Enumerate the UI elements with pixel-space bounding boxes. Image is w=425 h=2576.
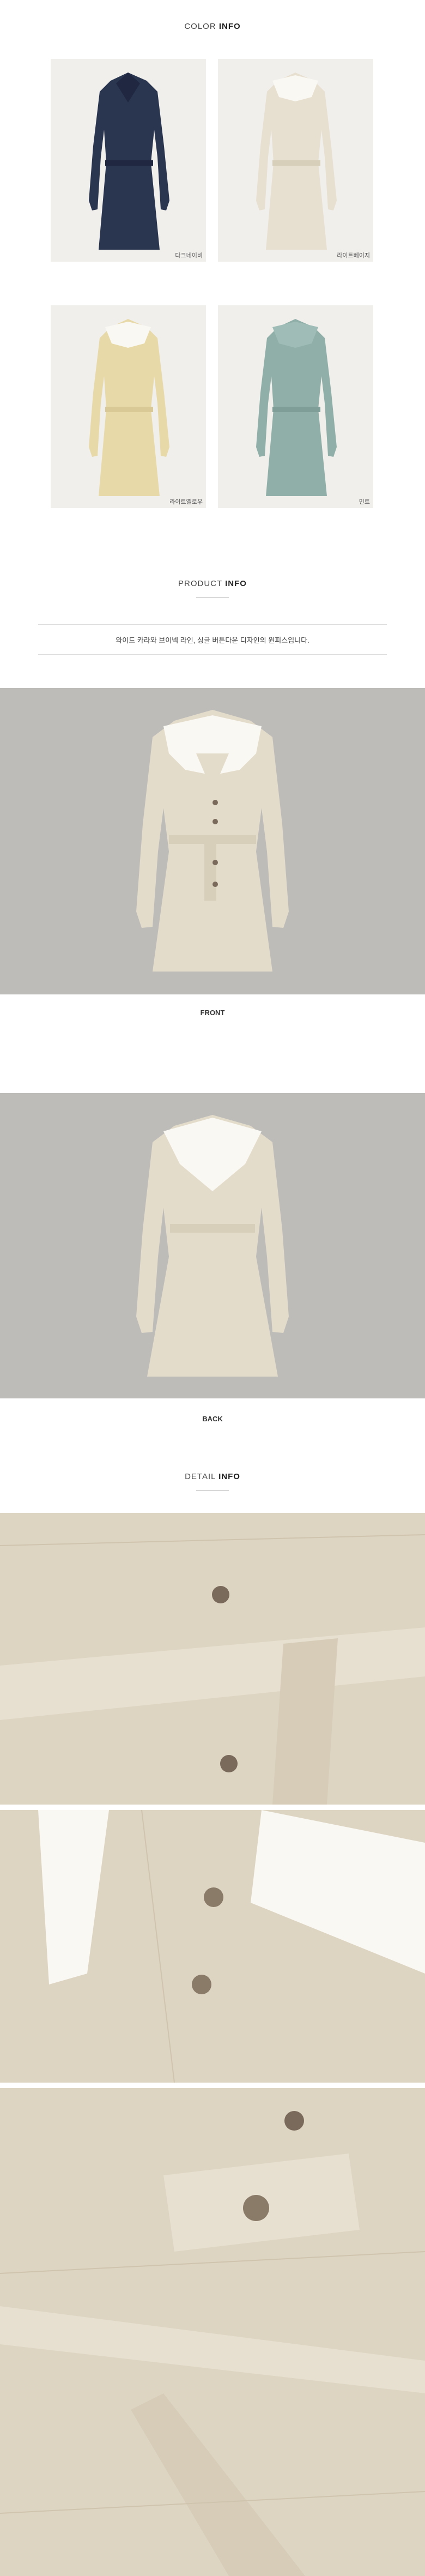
- mint-dress-image: [256, 319, 337, 496]
- detail-image-fabric: [0, 2284, 425, 2576]
- swatch-caption-navy: 다크네이비: [175, 252, 203, 259]
- belt-detail-illustration: [0, 1513, 425, 1805]
- collar-detail-illustration: [0, 1810, 425, 2083]
- detail-info-title-bold: INFO: [218, 1472, 240, 1481]
- yellow-dress-image: [89, 319, 169, 496]
- product-info-title-bold: INFO: [225, 579, 247, 588]
- description-divider-bottom: [38, 654, 387, 655]
- beige-dress-image: [256, 73, 337, 250]
- front-view-image: [0, 688, 425, 994]
- swatch-caption-beige: 라이트베이지: [337, 252, 370, 259]
- swatch-caption-yellow: 라이트옐로우: [169, 499, 203, 505]
- product-description: 와이드 카라와 브이넥 라인, 싱글 버튼다운 디자인의 원피스입니다.: [116, 636, 309, 644]
- detail-image-belt: [0, 1513, 425, 1805]
- color-info-title: COLOR INFO: [0, 22, 425, 31]
- fabric-detail-illustration: [0, 2284, 425, 2576]
- color-swatch-beige[interactable]: 라이트베이지: [218, 59, 373, 262]
- product-info-underline: [196, 597, 229, 598]
- back-view-label: BACK: [202, 1415, 223, 1423]
- back-dress-illustration: [136, 1115, 289, 1377]
- color-info-title-light: COLOR: [184, 22, 216, 31]
- color-swatch-yellow[interactable]: 라이트옐로우: [51, 305, 206, 508]
- navy-dress-image: [89, 73, 169, 250]
- product-info-title: PRODUCT INFO: [0, 579, 425, 588]
- detail-info-title: DETAIL INFO: [0, 1472, 425, 1481]
- product-info-title-light: PRODUCT: [178, 579, 222, 588]
- detail-image-collar: [0, 1810, 425, 2083]
- front-dress-illustration: [136, 710, 289, 972]
- front-view-label: FRONT: [200, 1009, 225, 1017]
- description-divider-top: [38, 624, 387, 625]
- color-info-title-bold: INFO: [218, 22, 241, 31]
- swatch-caption-mint: 민트: [359, 499, 370, 505]
- detail-info-title-light: DETAIL: [185, 1472, 216, 1481]
- detail-info-underline: [196, 1490, 229, 1491]
- back-view-image: [0, 1093, 425, 1398]
- color-swatch-navy[interactable]: 다크네이비: [51, 59, 206, 262]
- color-swatch-mint[interactable]: 민트: [218, 305, 373, 508]
